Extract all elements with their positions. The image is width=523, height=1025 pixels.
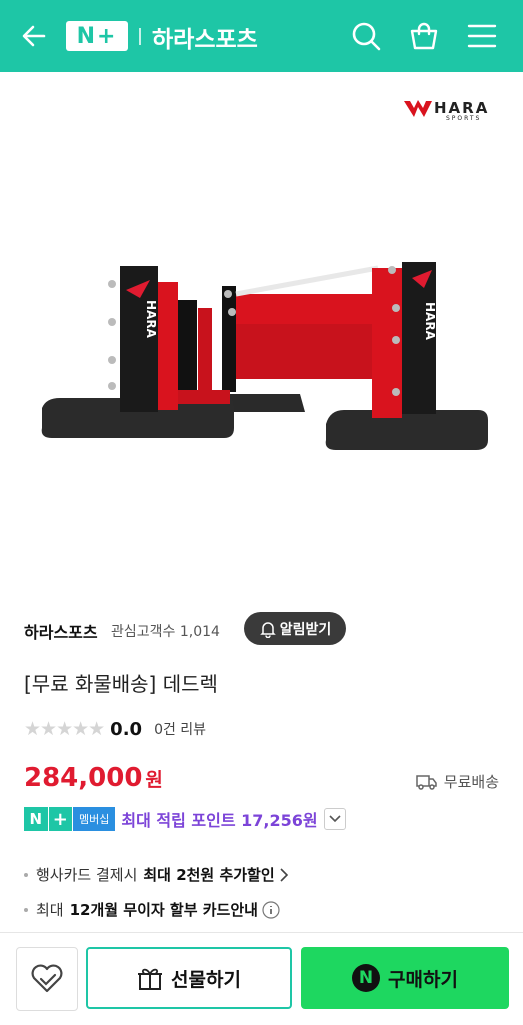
- product-title: [무료 화물배송] 데드렉: [24, 672, 218, 696]
- bottom-action-bar: 선물하기 N 구매하기: [0, 932, 523, 1025]
- bullet: [24, 907, 28, 912]
- bullet: [24, 872, 28, 877]
- shipping-info: 무료배송: [416, 771, 499, 792]
- hamburger-menu-icon: [467, 24, 497, 48]
- alarm-label: 알림받기: [279, 621, 332, 638]
- store-name[interactable]: 하라스포츠: [24, 619, 98, 643]
- rating-row[interactable]: ★★★★★ 0.0 0건 리뷰: [24, 716, 206, 742]
- gift-button[interactable]: 선물하기: [86, 947, 292, 1009]
- points-row[interactable]: N + 멤버십 최대 적립 포인트 17,256원: [24, 806, 346, 832]
- benefit-card-discount[interactable]: 행사카드 결제시 최대 2천원 추가할인: [24, 864, 289, 885]
- shop-title[interactable]: 하라스포츠: [152, 20, 258, 54]
- benefit-1-prefix: 행사카드 결제시: [36, 866, 138, 884]
- brand-logo: HARA SPORTS: [402, 99, 502, 127]
- alarm-button[interactable]: 알림받기: [244, 612, 346, 645]
- price-unit: 원: [145, 769, 163, 791]
- price-value: 284,000: [24, 763, 143, 793]
- wishlist-button[interactable]: [16, 947, 78, 1011]
- rating-value: 0.0: [110, 718, 143, 740]
- cart-button[interactable]: [402, 14, 446, 58]
- chevron-down-icon: [329, 815, 341, 823]
- star-rating-icon: ★★★★★: [24, 718, 105, 740]
- naver-plus-badge-small: N +: [24, 807, 72, 831]
- review-count[interactable]: 0건 리뷰: [154, 719, 206, 739]
- benefit-2-prefix: 최대: [36, 901, 64, 919]
- deadlift-rack-illustration: [41, 262, 488, 450]
- menu-button[interactable]: [460, 14, 504, 58]
- back-button[interactable]: [12, 14, 56, 58]
- brand-logo-sub: SPORTS: [446, 115, 482, 122]
- bell-plus-icon: [259, 621, 276, 638]
- chevron-right-icon: [280, 867, 288, 882]
- product-logo-text-left: HARA: [144, 300, 158, 338]
- points-expand-button[interactable]: [323, 808, 346, 830]
- fav-count: 관심고객수 1,014: [111, 624, 220, 640]
- search-icon: [352, 22, 381, 51]
- truck-icon: [416, 774, 437, 790]
- search-button[interactable]: [344, 14, 388, 58]
- price-row: 284,000 원: [24, 763, 163, 803]
- gift-icon: [138, 968, 163, 990]
- product-image[interactable]: HARA HARA: [0, 72, 523, 594]
- store-row: 하라스포츠 관심고객수 1,014 알림받기: [24, 610, 504, 648]
- benefit-2-strong: 12개월 무이자 할부 카드안내: [69, 901, 258, 919]
- buy-label: 구매하기: [388, 968, 458, 991]
- naver-n-icon: N: [352, 964, 381, 992]
- top-app-bar: N+ 하라스포츠: [0, 0, 523, 72]
- shopping-bag-icon: [410, 22, 438, 50]
- plus-mark: +: [48, 807, 72, 831]
- info-icon[interactable]: [262, 900, 280, 919]
- benefit-1-strong: 최대 2천원 추가할인: [143, 866, 275, 884]
- back-arrow-icon: [22, 25, 46, 47]
- naver-plus-badge[interactable]: N+: [66, 21, 128, 51]
- header-divider: [139, 28, 141, 45]
- product-logo-text-right: HARA: [423, 302, 437, 340]
- benefit-installment[interactable]: 최대 12개월 무이자 할부 카드안내: [24, 899, 280, 920]
- gift-label: 선물하기: [171, 968, 241, 991]
- shipping-label: 무료배송: [443, 773, 499, 791]
- n-mark: N: [24, 807, 48, 831]
- membership-badge: 멤버십: [73, 807, 116, 831]
- heart-check-icon: [31, 964, 63, 993]
- buy-button[interactable]: N 구매하기: [301, 947, 509, 1009]
- max-points-text: 최대 적립 포인트 17,256원: [121, 811, 318, 830]
